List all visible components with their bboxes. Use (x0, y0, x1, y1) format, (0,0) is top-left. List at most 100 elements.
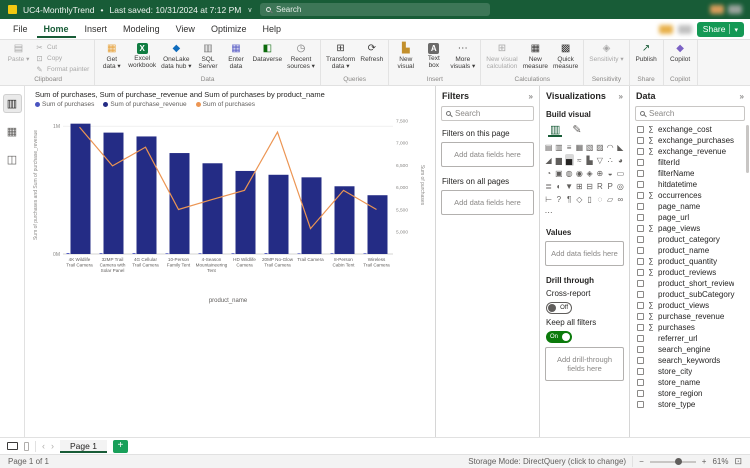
tab-insert[interactable]: Insert (78, 21, 115, 38)
sql-server-button[interactable]: ▥ SQL Server (194, 41, 221, 75)
field-product_quantity[interactable]: ∑ product_quantity (630, 256, 750, 267)
tab-optimize[interactable]: Optimize (204, 21, 254, 38)
visual-icon-paginated-report[interactable]: ▯ (585, 193, 594, 205)
paste-button[interactable]: ▤ Paste ▾ (5, 41, 32, 75)
report-canvas[interactable]: Sum of purchases, Sum of purchase_revenu… (25, 86, 435, 437)
field-checkbox[interactable] (637, 401, 644, 408)
build-visual-tab[interactable]: ▥ (548, 122, 562, 137)
copilot-button[interactable]: ◆ Copilot (667, 41, 694, 75)
share-dropdown-icon[interactable] (734, 24, 738, 34)
page-tab[interactable]: Page 1 (60, 439, 107, 453)
visual-icon-filled-map[interactable]: ◉ (575, 167, 584, 179)
visual-icon-narrative[interactable]: ¶ (565, 193, 574, 205)
field-product_reviews[interactable]: ∑ product_reviews (630, 267, 750, 278)
field-checkbox[interactable] (637, 280, 644, 287)
field-store_type[interactable]: store_type (630, 399, 750, 410)
field-referrer_url[interactable]: referrer_url (630, 333, 750, 344)
visual-icon-line-and-stacked-column-chart[interactable]: ▆ (554, 154, 563, 166)
zoom-out-icon[interactable]: − (639, 457, 644, 466)
visual-icon-get-more-visuals[interactable]: ⋯ (544, 206, 553, 218)
tab-view[interactable]: View (169, 21, 202, 38)
tab-help[interactable]: Help (255, 21, 288, 38)
visual-icon-power-automate[interactable]: ∞ (616, 193, 625, 205)
table-view-icon[interactable]: ▦ (3, 122, 22, 141)
field-checkbox[interactable] (637, 324, 644, 331)
autosave-caret-icon[interactable] (247, 4, 252, 15)
field-exchange_purchases[interactable]: ∑ exchange_purchases (630, 135, 750, 146)
field-hitdatetime[interactable]: hitdatetime (630, 179, 750, 190)
field-checkbox[interactable] (637, 335, 644, 342)
quick-measure-button[interactable]: ▩ Quick measure (551, 41, 580, 75)
field-checkbox[interactable] (637, 357, 644, 364)
cut-button[interactable]: ✂ Cut (33, 43, 91, 52)
desktop-layout-icon[interactable] (7, 442, 18, 450)
field-checkbox[interactable] (637, 247, 644, 254)
field-product_subCategory[interactable]: product_subCategory (630, 289, 750, 300)
line-and-clustered-column-visual[interactable]: Sum of purchases, Sum of purchase_revenu… (29, 88, 433, 308)
visual-icon-100-stacked-bar-chart[interactable]: ▧ (585, 141, 594, 153)
zoom-in-icon[interactable]: + (702, 457, 707, 466)
mobile-layout-icon[interactable] (24, 441, 29, 451)
visual-icon-multi-row-card[interactable]: ≣ (544, 180, 553, 192)
share-button[interactable]: Share (696, 21, 744, 37)
zoom-slider-handle[interactable] (675, 458, 683, 465)
field-checkbox[interactable] (637, 368, 644, 375)
global-search-input[interactable]: Search (260, 3, 490, 16)
visual-icon-scatter-chart[interactable]: ∴ (606, 154, 615, 166)
field-occurrences[interactable]: ∑ occurrences (630, 190, 750, 201)
previous-page-icon[interactable]: ‹ (42, 441, 45, 451)
field-checkbox[interactable] (637, 225, 644, 232)
field-checkbox[interactable] (637, 302, 644, 309)
model-view-icon[interactable]: ◫ (3, 150, 22, 169)
field-search_engine[interactable]: search_engine (630, 344, 750, 355)
tab-modeling[interactable]: Modeling (116, 21, 167, 38)
new-page-button[interactable]: + (112, 439, 128, 453)
recent-sources-button[interactable]: ◷ Recent sources ▾ (285, 41, 317, 75)
visual-icon-stacked-column-chart[interactable]: ▥ (554, 141, 563, 153)
field-exchange_cost[interactable]: ∑ exchange_cost (630, 124, 750, 135)
visual-icon-matrix[interactable]: ⊟ (585, 180, 594, 192)
visual-icon-line-and-clustered-column-chart[interactable]: ▅ (564, 154, 574, 166)
field-store_region[interactable]: store_region (630, 388, 750, 399)
field-checkbox[interactable] (637, 170, 644, 177)
field-checkbox[interactable] (637, 203, 644, 210)
field-checkbox[interactable] (637, 126, 644, 133)
visual-icon-python-visual[interactable]: P (606, 180, 615, 192)
new-visual-calculation-button[interactable]: ⊞ New visual calculation (484, 41, 519, 75)
get-data-button[interactable]: ▦ Get data ▾ (98, 41, 125, 75)
visual-icon-clustered-bar-chart[interactable]: ≡ (565, 141, 574, 153)
filters-page-dropzone[interactable]: Add data fields here (441, 142, 534, 167)
values-dropzone[interactable]: Add data fields here (545, 241, 624, 266)
visual-icon-stacked-bar-chart[interactable]: ▤ (544, 141, 553, 153)
filters-search-input[interactable]: Search (441, 106, 534, 121)
field-product_category[interactable]: product_category (630, 234, 750, 245)
field-product_name[interactable]: product_name (630, 245, 750, 256)
tab-file[interactable]: File (6, 21, 35, 38)
field-checkbox[interactable] (637, 159, 644, 166)
field-purchase_revenue[interactable]: ∑ purchase_revenue (630, 311, 750, 322)
new-visual-button[interactable]: ▙ New visual (392, 41, 419, 75)
field-product_short_review[interactable]: product_short_review (630, 278, 750, 289)
fit-to-page-icon[interactable] (734, 456, 742, 467)
more-visuals-button[interactable]: ⋯ More visuals ▾ (448, 41, 477, 75)
field-checkbox[interactable] (637, 379, 644, 386)
visual-icon-azure-map[interactable]: ⊕ (595, 167, 604, 179)
visual-icon-metrics[interactable]: ◇ (575, 193, 584, 205)
field-checkbox[interactable] (637, 236, 644, 243)
visual-icon-line-chart[interactable]: ◠ (606, 141, 615, 153)
field-purchases[interactable]: ∑ purchases (630, 322, 750, 333)
next-page-icon[interactable]: › (51, 441, 54, 451)
filters-all-dropzone[interactable]: Add data fields here (441, 190, 534, 215)
field-product_views[interactable]: ∑ product_views (630, 300, 750, 311)
tab-home[interactable]: Home (37, 21, 76, 38)
field-checkbox[interactable] (637, 390, 644, 397)
field-filterName[interactable]: filterName (630, 168, 750, 179)
field-checkbox[interactable] (637, 181, 644, 188)
transform-data-button[interactable]: ⊞ Transform data ▾ (324, 41, 357, 75)
drill-through-dropzone[interactable]: Add drill-through fields here (545, 347, 624, 381)
visual-icon-gauge[interactable]: ◒ (606, 167, 615, 179)
cross-report-toggle[interactable]: Off (546, 302, 572, 314)
visual-icon-area-chart[interactable]: ◣ (616, 141, 625, 153)
dataverse-button[interactable]: ◧ Dataverse (250, 41, 284, 75)
visual-icon-r-script-visual[interactable]: R (595, 180, 604, 192)
